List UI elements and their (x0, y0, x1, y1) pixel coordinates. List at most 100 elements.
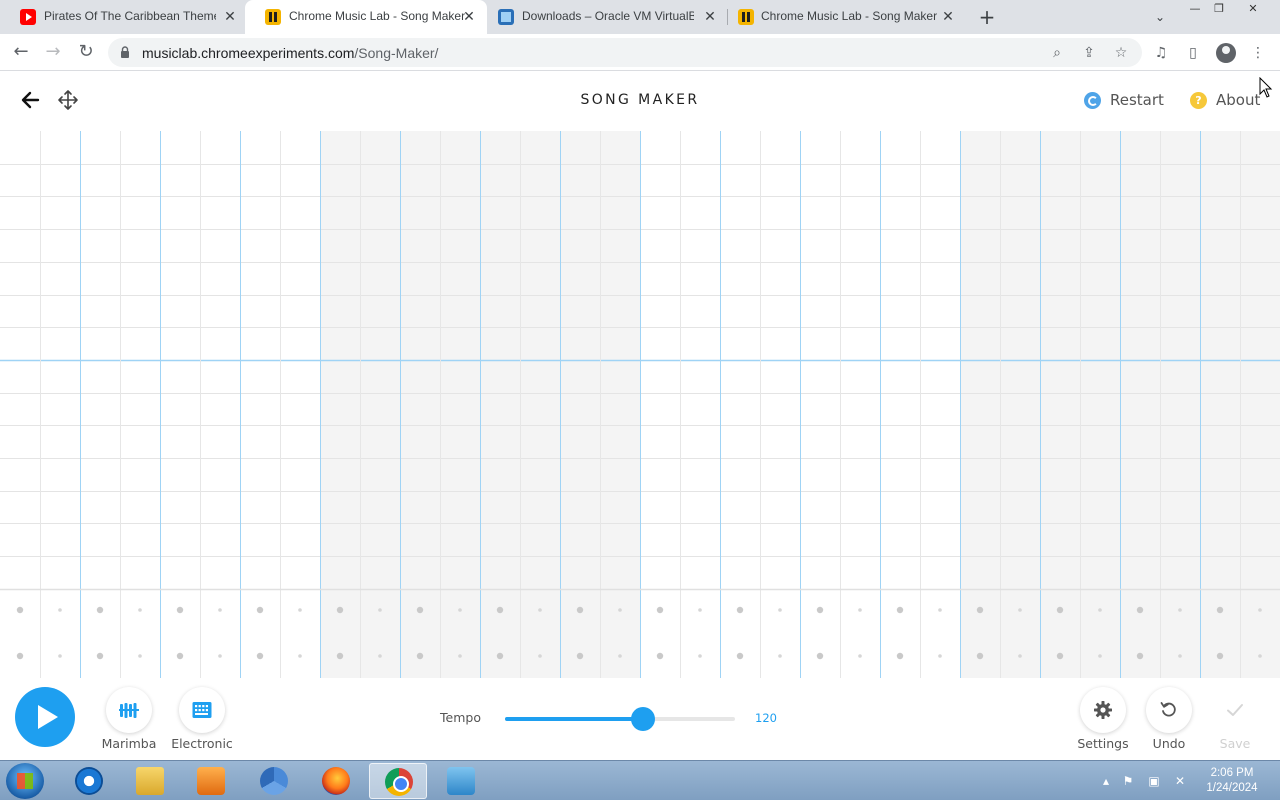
controls-bar: Marimba Electronic Tempo 120 Settings Un… (0, 679, 1280, 760)
taskbar-chromium[interactable] (245, 763, 303, 799)
address-bar[interactable]: musiclab.chromeexperiments.com/Song-Make… (108, 38, 1142, 67)
percussion-dot (96, 652, 104, 660)
percussion-dot (938, 608, 942, 612)
volume-muted-icon[interactable]: ✕ (1172, 773, 1188, 789)
profile-avatar-icon[interactable] (1216, 43, 1236, 63)
tab-pirates[interactable]: Pirates Of The Caribbean Theme ✕ (0, 0, 244, 34)
taskbar-media-player[interactable] (182, 763, 240, 799)
checkmark-icon (1227, 704, 1243, 716)
percussion-dot (336, 652, 344, 660)
taskbar-internet-explorer[interactable] (60, 763, 118, 799)
percussion-dot (458, 654, 462, 658)
gear-icon (1094, 701, 1112, 719)
percussion-dot (858, 608, 862, 612)
percussion-dot (816, 652, 824, 660)
tab-title: Chrome Music Lab - Song Maker (289, 9, 465, 23)
back-icon[interactable]: ← (9, 40, 33, 64)
percussion-dot (1098, 654, 1102, 658)
play-button[interactable] (15, 687, 75, 747)
instrument-label: Marimba (101, 736, 157, 751)
start-button-icon[interactable] (6, 763, 44, 799)
save-button[interactable]: Save (1195, 687, 1275, 757)
percussion-button[interactable]: Electronic (162, 687, 242, 757)
percussion-dot (976, 606, 984, 614)
close-window-icon[interactable]: ✕ (1242, 2, 1264, 16)
tempo-slider-thumb[interactable] (631, 707, 655, 731)
taskbar-users[interactable] (432, 763, 490, 799)
lock-icon (121, 46, 129, 58)
percussion-dot (576, 606, 584, 614)
undo-circle[interactable] (1146, 687, 1192, 733)
percussion-dot (138, 608, 142, 612)
percussion-dot (816, 606, 824, 614)
side-panel-icon[interactable]: ▯ (1183, 43, 1203, 63)
forward-icon[interactable]: → (41, 40, 65, 64)
windows-taskbar: ▴ ⚑ ▣ ✕ 2:06 PM 1/24/2024 (0, 760, 1280, 800)
tab-song-maker-active[interactable]: Chrome Music Lab - Song Maker ✕ (245, 0, 487, 34)
window-controls: — ❐ ✕ (1180, 0, 1280, 20)
close-tab-icon[interactable]: ✕ (461, 8, 477, 24)
instrument-circle[interactable] (106, 687, 152, 733)
folder-icon (136, 767, 164, 795)
percussion-dot (538, 654, 542, 658)
percussion-dot (656, 606, 664, 614)
close-tab-icon[interactable]: ✕ (940, 8, 956, 24)
tempo-slider-fill (505, 717, 643, 721)
grid-canvas[interactable] (0, 131, 1280, 678)
action-center-flag-icon[interactable]: ⚑ (1120, 773, 1136, 789)
clock[interactable]: 2:06 PM 1/24/2024 (1192, 766, 1272, 796)
percussion-dot (496, 652, 504, 660)
percussion-circle[interactable] (179, 687, 225, 733)
url-host: musiclab.chromeexperiments.com (142, 45, 355, 61)
network-icon[interactable]: ▣ (1146, 773, 1162, 789)
percussion-dot (256, 606, 264, 614)
tempo-slider[interactable] (505, 707, 735, 731)
percussion-dot (1018, 608, 1022, 612)
minimize-icon[interactable]: — (1184, 2, 1206, 16)
mouse-cursor-icon (1259, 77, 1273, 98)
media-controls-icon[interactable]: ♫ (1151, 43, 1171, 63)
song-maker-header: SONG MAKER Restart About (0, 72, 1280, 130)
menu-kebab-icon[interactable]: ⋮ (1248, 43, 1268, 63)
clock-time: 2:06 PM (1210, 767, 1254, 779)
instrument-button[interactable]: Marimba (89, 687, 169, 757)
media-player-icon (197, 767, 225, 795)
tempo-label: Tempo (440, 710, 481, 725)
percussion-dot (618, 654, 622, 658)
taskbar-file-explorer[interactable] (121, 763, 179, 799)
about-button[interactable]: About (1190, 91, 1260, 109)
tab-strip: Pirates Of The Caribbean Theme ✕ Chrome … (0, 0, 1280, 34)
restart-button[interactable]: Restart (1084, 91, 1164, 109)
save-circle[interactable] (1212, 687, 1258, 733)
bookmark-star-icon[interactable]: ☆ (1112, 44, 1130, 62)
close-tab-icon[interactable]: ✕ (702, 8, 718, 24)
zoom-icon[interactable]: ⌕ (1048, 44, 1066, 62)
reload-icon[interactable]: ↻ (74, 40, 98, 64)
percussion-dot (736, 606, 744, 614)
close-tab-icon[interactable]: ✕ (222, 8, 238, 24)
electronic-drum-icon (192, 702, 212, 718)
undo-icon (1160, 702, 1176, 717)
share-icon[interactable]: ⇪ (1080, 44, 1098, 62)
percussion-dot (778, 654, 782, 658)
percussion-dot (736, 652, 744, 660)
percussion-dot (1216, 652, 1224, 660)
restore-icon[interactable]: ❐ (1208, 2, 1230, 16)
percussion-dot (378, 654, 382, 658)
percussion-dot (698, 608, 702, 612)
youtube-icon (20, 9, 36, 25)
note-grid[interactable] (0, 131, 1280, 678)
percussion-dot (778, 608, 782, 612)
tab-song-maker-2[interactable]: Chrome Music Lab - Song Maker ✕ (728, 0, 966, 34)
percussion-dot (618, 608, 622, 612)
show-hidden-icons-icon[interactable]: ▴ (1098, 773, 1114, 789)
tab-virtualbox[interactable]: Downloads – Oracle VM VirtualBox ✕ (488, 0, 728, 34)
percussion-dot (858, 654, 862, 658)
new-tab-button[interactable]: + (976, 6, 998, 28)
restart-icon (1084, 91, 1101, 109)
taskbar-chrome[interactable] (369, 763, 427, 799)
tab-title: Pirates Of The Caribbean Theme (44, 9, 216, 23)
settings-circle[interactable] (1080, 687, 1126, 733)
tab-search-icon[interactable]: ⌄ (1150, 8, 1170, 26)
taskbar-firefox[interactable] (307, 763, 365, 799)
